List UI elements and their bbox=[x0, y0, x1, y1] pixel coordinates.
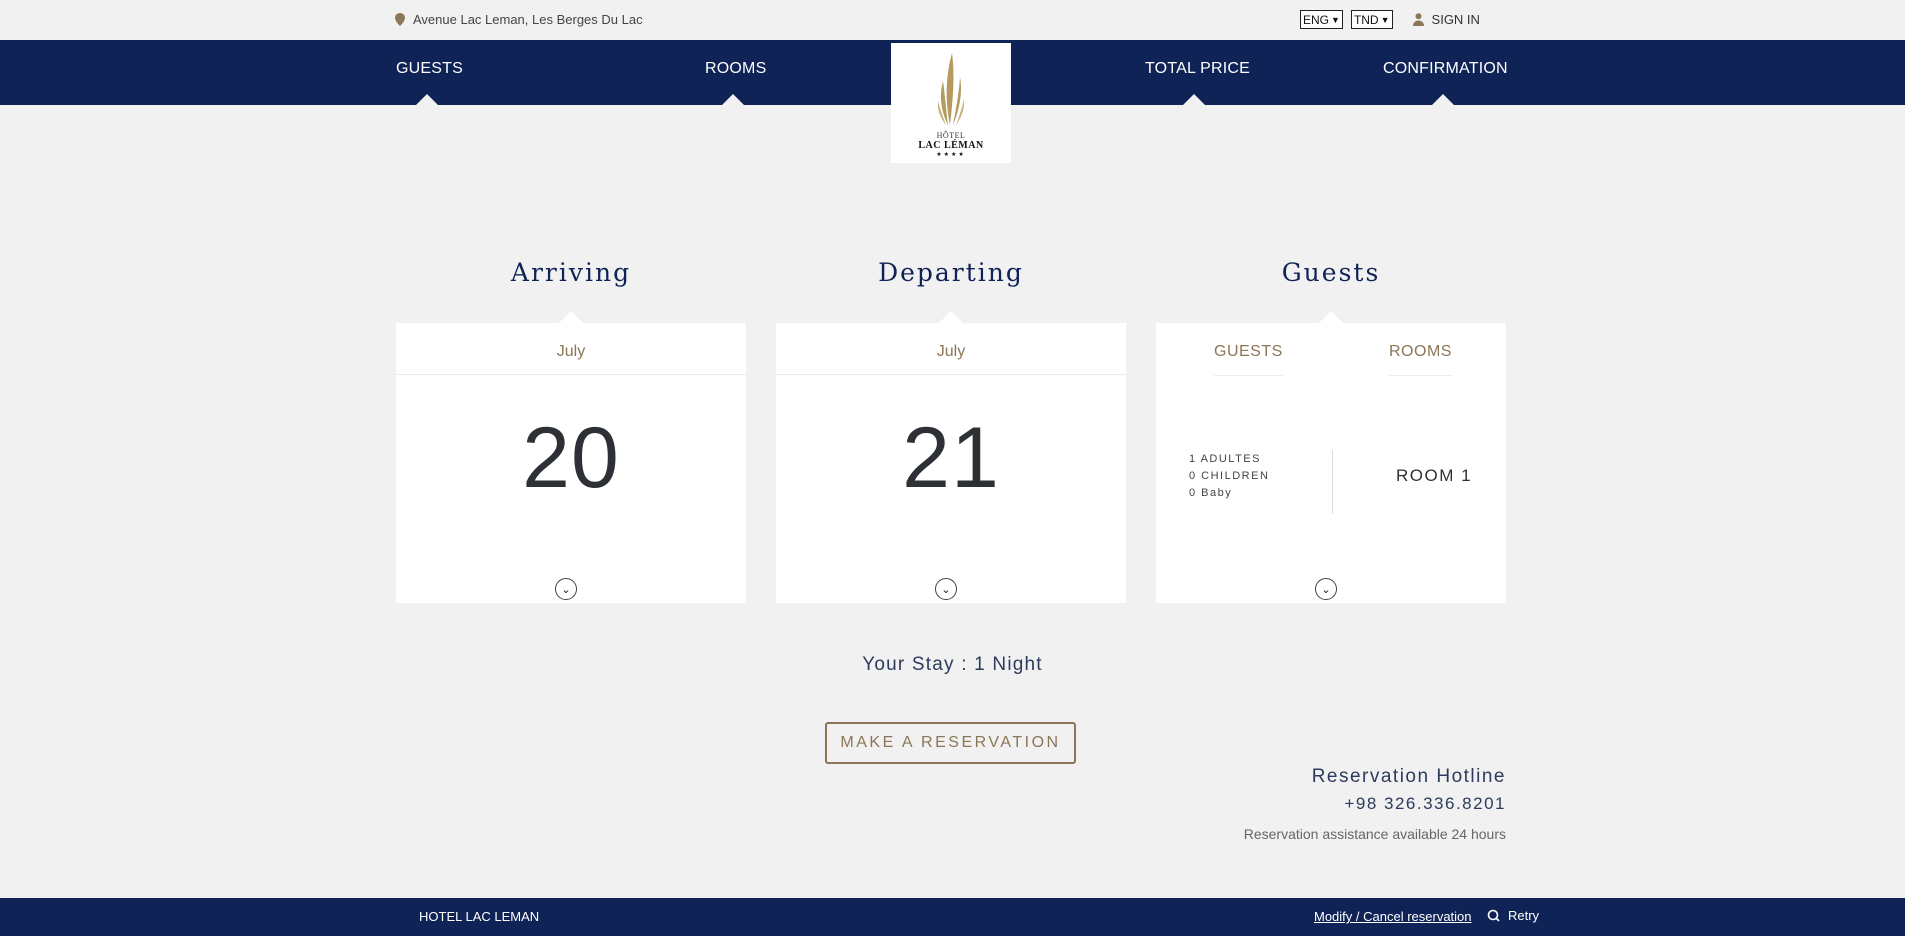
retry-icon bbox=[1487, 909, 1500, 922]
nav-step-indicator bbox=[416, 94, 438, 105]
departing-month: July bbox=[936, 343, 966, 360]
sign-in-link[interactable]: SIGN IN bbox=[1412, 12, 1480, 27]
departing-card[interactable]: July 21 ⌄ bbox=[776, 311, 1126, 603]
retry-label: Retry bbox=[1508, 908, 1540, 923]
address: Avenue Lac Leman, Les Berges Du Lac bbox=[395, 12, 643, 27]
logo-stars: ★★★★ bbox=[936, 152, 966, 158]
baby-count: 0 Baby bbox=[1189, 487, 1233, 499]
top-bar: Avenue Lac Leman, Les Berges Du Lac ENG … bbox=[0, 0, 1905, 40]
footer: HOTEL LAC LEMAN Modify / Cancel reservat… bbox=[0, 898, 1905, 936]
departing-day: 21 bbox=[902, 410, 1000, 506]
arriving-card[interactable]: July 20 ⌄ bbox=[396, 311, 746, 603]
nav-step-indicator bbox=[1183, 94, 1205, 105]
guests-card[interactable]: GUESTS ROOMS 1 ADULTES 0 CHILDREN 0 Baby… bbox=[1156, 311, 1506, 603]
card-pointer bbox=[1319, 311, 1343, 323]
user-icon bbox=[1412, 13, 1424, 26]
chevron-down-icon: ⌄ bbox=[561, 583, 571, 596]
nav-step-indicator bbox=[1432, 94, 1454, 105]
arriving-title: Arriving bbox=[510, 258, 632, 287]
divider bbox=[1332, 450, 1333, 514]
arriving-day: 20 bbox=[522, 410, 620, 506]
hotline-phone[interactable]: +98 326.336.8201 bbox=[1344, 794, 1506, 814]
hotline-note: Reservation assistance available 24 hour… bbox=[1243, 826, 1506, 842]
chevron-down-icon: ▼ bbox=[1331, 14, 1340, 25]
chevron-down-icon: ▼ bbox=[1380, 14, 1390, 25]
top-controls: ENG ▼ TND ▼ SIGN IN bbox=[1300, 10, 1480, 29]
stay-summary: Your Stay : 1 Night bbox=[862, 654, 1043, 675]
location-pin-icon bbox=[395, 13, 405, 26]
chevron-down-icon: ⌄ bbox=[1321, 583, 1331, 596]
card-pointer bbox=[559, 311, 583, 323]
rooms-tab[interactable]: ROOMS bbox=[1389, 343, 1452, 376]
hotel-logo[interactable]: HÔTEL LAC LÉMAN ★★★★ bbox=[891, 43, 1011, 163]
nav-step-guests[interactable]: GUESTS bbox=[396, 60, 463, 78]
logo-line2: LAC LÉMAN bbox=[918, 140, 984, 151]
children-count: 0 CHILDREN bbox=[1189, 470, 1270, 482]
leaf-logo-icon bbox=[937, 53, 965, 125]
logo-line1: HÔTEL bbox=[936, 131, 966, 140]
guests-tab[interactable]: GUESTS bbox=[1214, 343, 1283, 376]
adults-count: 1 ADULTES bbox=[1189, 453, 1261, 465]
arriving-month: July bbox=[556, 343, 586, 360]
modify-cancel-link[interactable]: Modify / Cancel reservation bbox=[1314, 909, 1472, 924]
language-select[interactable]: ENG ▼ bbox=[1300, 10, 1343, 29]
hotline-title: Reservation Hotline bbox=[1311, 766, 1506, 787]
footer-hotel-name: HOTEL LAC LEMAN bbox=[419, 909, 540, 924]
nav-step-confirmation[interactable]: CONFIRMATION bbox=[1383, 60, 1508, 78]
guests-expand-button[interactable]: ⌄ bbox=[1315, 578, 1337, 600]
sign-in-label: SIGN IN bbox=[1431, 12, 1480, 27]
chevron-down-icon: ⌄ bbox=[941, 583, 951, 596]
address-text: Avenue Lac Leman, Les Berges Du Lac bbox=[413, 12, 643, 27]
currency-select[interactable]: TND ▼ bbox=[1350, 10, 1393, 29]
room-label: ROOM 1 bbox=[1396, 466, 1473, 485]
currency-value: TND bbox=[1353, 12, 1379, 27]
language-value: ENG bbox=[1303, 12, 1330, 27]
make-reservation-button[interactable]: MAKE A RESERVATION bbox=[825, 722, 1076, 764]
nav-step-total-price[interactable]: TOTAL PRICE bbox=[1145, 60, 1250, 78]
guests-title: Guests bbox=[1281, 258, 1381, 287]
arriving-expand-button[interactable]: ⌄ bbox=[555, 578, 577, 600]
nav-step-indicator bbox=[722, 94, 744, 105]
card-pointer bbox=[939, 311, 963, 323]
departing-title: Departing bbox=[878, 258, 1024, 287]
nav-step-rooms[interactable]: ROOMS bbox=[705, 60, 766, 78]
divider bbox=[396, 374, 746, 375]
guest-counts: 1 ADULTES 0 CHILDREN 0 Baby bbox=[1189, 451, 1269, 502]
retry-button[interactable]: Retry bbox=[1487, 908, 1539, 923]
divider bbox=[776, 374, 1126, 375]
departing-expand-button[interactable]: ⌄ bbox=[935, 578, 957, 600]
